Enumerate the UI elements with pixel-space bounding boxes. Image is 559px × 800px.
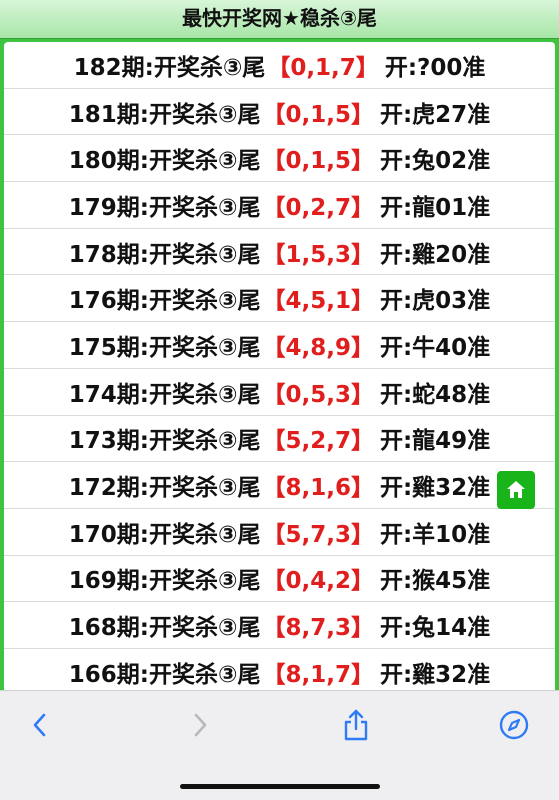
back-button[interactable] — [20, 705, 60, 745]
list-item: 172期:开奖杀③尾 【8,1,6】 开:雞32准 — [4, 462, 555, 509]
kill-numbers: 【0,1,5】 — [262, 148, 374, 175]
draw-result: 开:兔02准 — [379, 148, 491, 175]
draw-result: 开:?00准 — [384, 54, 486, 81]
issue-label: 170期:开奖杀③尾 — [68, 521, 261, 548]
chevron-left-icon — [33, 713, 46, 737]
kill-numbers: 【4,8,9】 — [262, 334, 374, 361]
issue-label: 169期:开奖杀③尾 — [68, 568, 261, 595]
kill-numbers: 【8,7,3】 — [262, 615, 374, 642]
list-item: 174期:开奖杀③尾 【0,5,3】 开:蛇48准 — [4, 369, 555, 416]
issue-label: 176期:开奖杀③尾 — [68, 288, 261, 315]
list-item: 180期:开奖杀③尾 【0,1,5】 开:兔02准 — [4, 135, 555, 183]
list-item: 170期:开奖杀③尾 【5,7,3】 开:羊10准 — [4, 509, 555, 556]
list-item: 169期:开奖杀③尾 【0,4,2】 开:猴45准 — [4, 556, 555, 603]
issue-label: 178期:开奖杀③尾 — [68, 241, 261, 268]
draw-result: 开:猴45准 — [379, 568, 491, 595]
kill-numbers: 【0,5,3】 — [262, 381, 374, 408]
draw-result: 开:雞20准 — [379, 241, 491, 268]
list-item: 179期:开奖杀③尾 【0,2,7】 开:龍01准 — [4, 182, 555, 229]
draw-result: 开:羊10准 — [379, 521, 491, 548]
draw-result: 开:蛇48准 — [379, 381, 491, 408]
share-button[interactable] — [336, 705, 376, 745]
home-icon — [507, 481, 525, 498]
kill-numbers: 【1,5,3】 — [262, 241, 374, 268]
issue-label: 168期:开奖杀③尾 — [68, 615, 261, 642]
kill-numbers: 【0,1,7】 — [267, 54, 379, 81]
kill-numbers: 【8,1,6】 — [262, 475, 374, 502]
kill-numbers: 【0,2,7】 — [262, 194, 374, 221]
list-item: 181期:开奖杀③尾 【0,1,5】 开:虎27准 — [4, 89, 555, 136]
draw-result: 开:兔14准 — [379, 615, 491, 642]
compass-icon — [499, 710, 529, 740]
list-item: 182期:开奖杀③尾 【0,1,7】 开:?00准 — [4, 42, 555, 89]
draw-result: 开:雞32准 — [379, 661, 491, 688]
kill-numbers: 【5,2,7】 — [262, 428, 374, 455]
home-indicator — [180, 784, 380, 789]
issue-label: 174期:开奖杀③尾 — [68, 381, 261, 408]
draw-result: 开:牛40准 — [379, 334, 491, 361]
issue-label: 172期:开奖杀③尾 — [68, 475, 261, 502]
forward-button[interactable] — [180, 705, 220, 745]
draw-result: 开:龍01准 — [379, 194, 491, 221]
page-title: 最快开奖网★稳杀③尾 — [0, 0, 559, 39]
web-page: 最快开奖网★稳杀③尾 182期:开奖杀③尾 【0,1,7】 开:?00准 181期:开… — [0, 0, 559, 690]
issue-label: 181期:开奖杀③尾 — [68, 101, 261, 128]
issue-label: 173期:开奖杀③尾 — [68, 428, 261, 455]
prediction-list: 182期:开奖杀③尾 【0,1,7】 开:?00准 181期:开奖杀③尾 【0,1,5】… — [4, 42, 555, 690]
kill-numbers: 【0,1,5】 — [262, 101, 374, 128]
list-item: 175期:开奖杀③尾 【4,8,9】 开:牛40准 — [4, 322, 555, 369]
kill-numbers: 【0,4,2】 — [262, 568, 374, 595]
list-item: 168期:开奖杀③尾 【8,7,3】 开:兔14准 — [4, 602, 555, 649]
chevron-right-icon — [194, 713, 207, 737]
safari-button[interactable] — [494, 705, 534, 745]
list-item: 173期:开奖杀③尾 【5,2,7】 开:龍49准 — [4, 416, 555, 463]
draw-result: 开:虎03准 — [379, 288, 491, 315]
browser-toolbar — [0, 690, 559, 800]
draw-result: 开:雞32准 — [379, 475, 491, 502]
list-item: 166期:开奖杀③尾 【8,1,7】 开:雞32准 — [4, 649, 555, 690]
issue-label: 175期:开奖杀③尾 — [68, 334, 261, 361]
list-item: 178期:开奖杀③尾 【1,5,3】 开:雞20准 — [4, 229, 555, 276]
kill-numbers: 【5,7,3】 — [262, 521, 374, 548]
share-icon — [344, 709, 368, 741]
issue-label: 179期:开奖杀③尾 — [68, 194, 261, 221]
draw-result: 开:虎27准 — [379, 101, 491, 128]
kill-numbers: 【4,5,1】 — [262, 288, 374, 315]
issue-label: 180期:开奖杀③尾 — [68, 148, 261, 175]
list-item: 176期:开奖杀③尾 【4,5,1】 开:虎03准 — [4, 275, 555, 323]
kill-numbers: 【8,1,7】 — [262, 661, 374, 688]
issue-label: 182期:开奖杀③尾 — [73, 54, 266, 81]
draw-result: 开:龍49准 — [379, 428, 491, 455]
home-button[interactable] — [497, 471, 535, 509]
issue-label: 166期:开奖杀③尾 — [68, 661, 261, 688]
